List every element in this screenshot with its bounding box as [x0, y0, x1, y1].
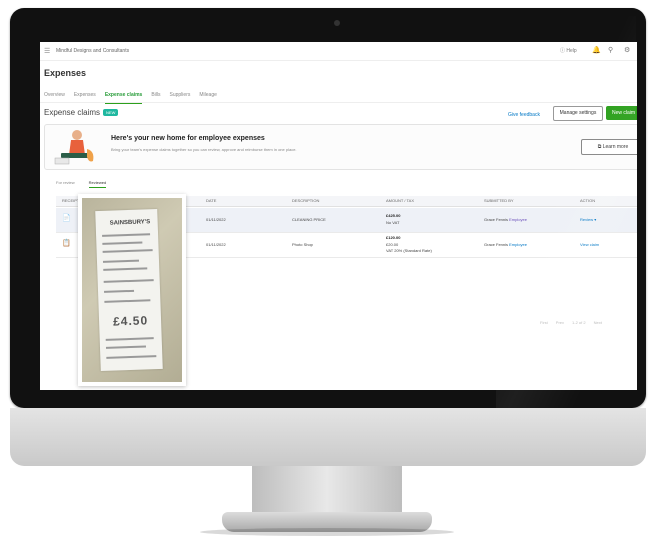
tab-suppliers[interactable]: Suppliers [170, 90, 191, 102]
receipt-icon[interactable]: 📋 [62, 239, 71, 247]
section-title: Expense claims NEW [44, 108, 119, 117]
amount-value: £425.00 [386, 213, 401, 218]
row-description: Photo Shop [292, 242, 313, 247]
base-shadow [200, 528, 454, 536]
amount-value: £120.00 [386, 235, 401, 240]
submitter-name: Grace Fennis [484, 242, 509, 247]
banner-subtitle: Bring your team's expense claims togethe… [111, 147, 297, 152]
new-badge: NEW [103, 109, 119, 117]
monitor-chin [10, 408, 646, 466]
col-action[interactable]: ACTION [580, 198, 595, 203]
receipt-total: £4.50 [112, 313, 149, 329]
monitor: ☰ Mindful Designs and Consultants ⓘ Help… [10, 8, 646, 416]
bell-icon[interactable]: 🔔 [592, 46, 601, 54]
menu-icon[interactable]: ☰ [44, 47, 50, 55]
row-tax-rate: VAT 20% (Standard Rate) [386, 248, 432, 253]
row-description: CLEANING PRICE [292, 217, 326, 222]
monitor-stand [252, 466, 402, 514]
pager-first[interactable]: First [540, 320, 548, 325]
review-action[interactable]: Review ▾ [580, 217, 596, 222]
tab-expenses[interactable]: Expenses [74, 90, 96, 102]
subtab-reviewed[interactable]: Reviewed [88, 180, 107, 188]
help-label: Help [566, 48, 577, 54]
row-amount: £120.00 [386, 235, 400, 240]
view-claim-link[interactable]: View claim [580, 242, 599, 247]
row-date: 01/11/2022 [206, 242, 226, 247]
pager-next[interactable]: Next [594, 320, 602, 325]
submitter-link[interactable]: Employee [509, 217, 527, 222]
pager-prev[interactable]: Prev [556, 320, 564, 325]
manage-settings-button[interactable]: Manage settings [553, 106, 603, 121]
section-title-text: Expense claims [44, 108, 101, 117]
receipt-preview[interactable]: SAINSBURY'S £4.50 [78, 194, 186, 386]
learn-more-label: Learn more [602, 144, 629, 150]
banner-title: Here's your new home for employee expens… [111, 135, 265, 142]
subtab-bar: For review Reviewed [56, 180, 107, 188]
info-banner: Here's your new home for employee expens… [44, 124, 637, 170]
col-date[interactable]: DATE [206, 198, 216, 203]
tab-overview[interactable]: Overview [44, 90, 65, 102]
help-button[interactable]: ⓘ Help [560, 47, 577, 54]
row-tax: No VAT [386, 220, 400, 225]
receipt-icon[interactable]: 📄 [62, 214, 71, 222]
receipt-photo: SAINSBURY'S £4.50 [82, 198, 182, 382]
col-receipt[interactable]: RECEIPT [62, 198, 79, 203]
top-bar: ☰ Mindful Designs and Consultants ⓘ Help… [40, 42, 637, 61]
tab-mileage[interactable]: Mileage [199, 90, 217, 102]
row-date: 01/11/2022 [206, 217, 226, 222]
tab-bills[interactable]: Bills [151, 90, 160, 102]
submitter-link[interactable]: Employee [509, 242, 527, 247]
search-icon[interactable]: ⚲ [608, 46, 613, 54]
row-tax: £20.00 [386, 242, 399, 247]
col-description[interactable]: DESCRIPTION [292, 198, 319, 203]
pager-range: 1-2 of 2 [572, 320, 586, 325]
receipt-paper: SAINSBURY'S £4.50 [95, 208, 163, 372]
page-title: Expenses [44, 68, 87, 78]
tab-bar: Overview Expenses Expense claims Bills S… [44, 90, 217, 104]
settings-icon[interactable]: ⚙ [624, 46, 630, 54]
tab-divider [40, 102, 637, 103]
company-name[interactable]: Mindful Designs and Consultants [56, 48, 129, 54]
row-submitter: Grace Fennis Employee [484, 242, 527, 247]
row-amount: £425.00 [386, 213, 400, 218]
col-amount[interactable]: AMOUNT / TAX [386, 198, 414, 203]
review-label: Review [580, 217, 594, 222]
screen: ☰ Mindful Designs and Consultants ⓘ Help… [40, 42, 637, 390]
pagination: First Prev 1-2 of 2 Next [540, 320, 602, 325]
submitter-name: Grace Fennis [484, 217, 509, 222]
subtab-for-review[interactable]: For review [56, 180, 75, 188]
receipt-store: SAINSBURY'S [109, 219, 151, 227]
col-submitted-by[interactable]: SUBMITTED BY [484, 198, 514, 203]
learn-more-button[interactable]: ⧉ Learn more [581, 139, 637, 155]
row-submitter: Grace Fennis Employee [484, 217, 527, 222]
new-claim-button[interactable]: New claim [606, 106, 637, 120]
person-illustration [54, 130, 94, 165]
camera-dot [334, 20, 340, 26]
give-feedback-link[interactable]: Give feedback [508, 112, 540, 118]
